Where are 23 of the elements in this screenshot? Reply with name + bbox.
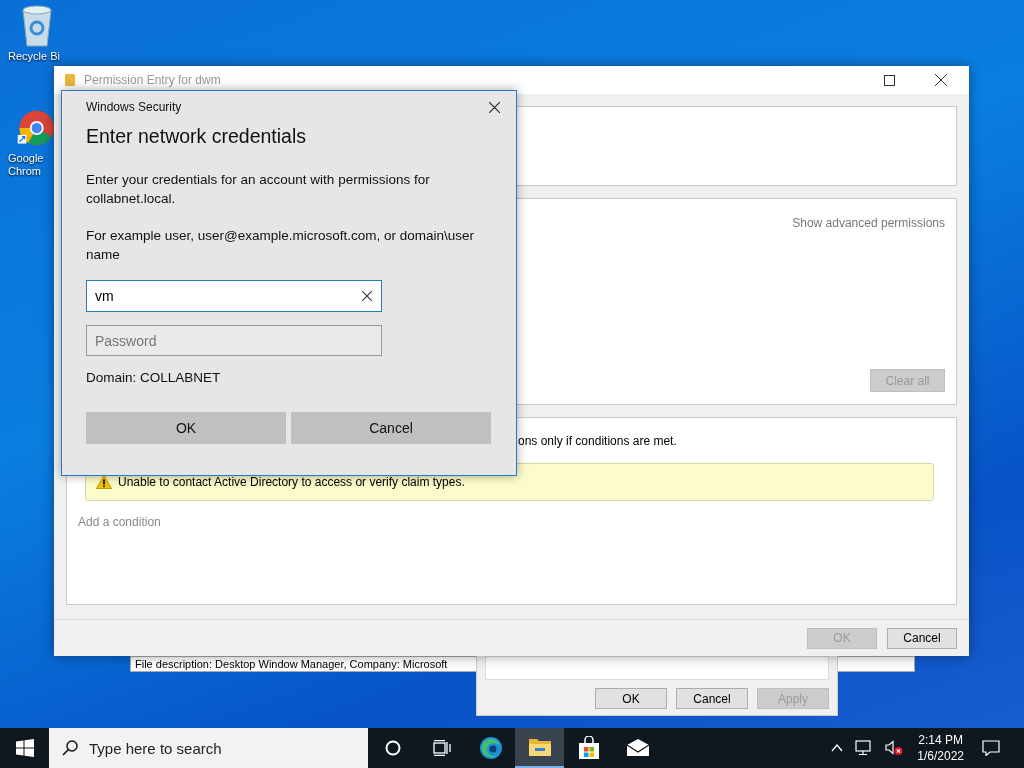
- clock-date[interactable]: 1/6/2022: [917, 748, 964, 764]
- dialog-button[interactable]: Cancel: [887, 627, 957, 649]
- dialog-heading: Enter network credentials: [86, 125, 308, 148]
- dialog-button[interactable]: OK: [86, 412, 286, 444]
- condition-text: ons only if conditions are met.: [518, 434, 678, 448]
- example-text: For example user, user@example.microsoft.com, or domain\user name: [86, 227, 476, 264]
- dialog-button[interactable]: Cancel: [291, 412, 491, 444]
- desktop-icon-label: Recycle Bi: [8, 50, 60, 63]
- username-field[interactable]: vm: [86, 280, 382, 312]
- description-text: Enter your credentials for an account with permissions for collabnet.local.: [86, 171, 431, 208]
- warning-text: Unable to contact Active Directory to access or verify claim types.: [118, 475, 465, 489]
- add-condition-link[interactable]: Add a condition: [78, 515, 161, 529]
- file-description: File description: Desktop Window Manager, Company: Microsoft: [135, 658, 448, 670]
- clock-time[interactable]: 2:14 PM: [918, 732, 963, 748]
- dialog-button[interactable]: Cancel: [676, 688, 748, 709]
- dialog-title: Windows Security: [86, 100, 182, 114]
- show-advanced-link[interactable]: Show advanced permissions: [792, 216, 945, 230]
- dialog-button[interactable]: OK: [595, 688, 667, 709]
- desktop-icon-label: Google Chrom: [8, 152, 44, 178]
- search-box[interactable]: Type here to search: [49, 728, 368, 768]
- window-title: Permission Entry for dwm: [84, 73, 221, 87]
- password-field[interactable]: Password: [86, 325, 382, 356]
- domain-text: Domain: COLLABNET: [86, 370, 222, 385]
